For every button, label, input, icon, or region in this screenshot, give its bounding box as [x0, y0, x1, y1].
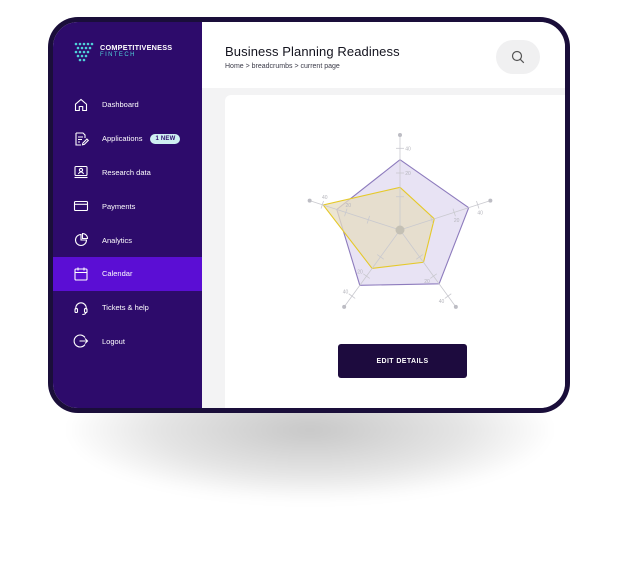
radar-tick-label: 20 [345, 203, 351, 209]
header: Business Planning Readiness Home > bread… [202, 22, 565, 88]
logout-icon [73, 333, 89, 349]
calendar-icon [73, 266, 89, 282]
breadcrumb[interactable]: Home > breadcrumbs > current page [225, 63, 340, 70]
radar-axis-endpoint [398, 133, 402, 137]
radar-tick-label: 40 [439, 299, 445, 305]
radar-tick [348, 293, 356, 299]
sidebar-item-label: Applications [102, 134, 143, 144]
logo-dots-icon [74, 42, 94, 62]
logo-title: COMPETITIVENESS [100, 42, 173, 52]
radar-tick-label: 40 [343, 289, 349, 295]
radar-tick [444, 293, 452, 299]
monitor-user-icon [73, 164, 89, 180]
radar-tick-label: 20 [405, 171, 411, 177]
edit-document-icon [73, 131, 89, 147]
radar-tick-label: 40 [322, 195, 328, 201]
sidebar-item-label: Dashboard [102, 100, 139, 110]
radar-tick-label: 40 [405, 146, 411, 152]
home-icon [73, 97, 89, 113]
credit-card-icon [73, 198, 89, 214]
main-content: Business Planning Readiness Home > bread… [202, 22, 565, 408]
sidebar-item-label: Research data [102, 167, 151, 177]
radar-axis-endpoint [488, 198, 493, 203]
sidebar-item-dashboard[interactable]: Dashboard [53, 88, 202, 122]
app-screen: COMPETITIVENESS FINTECH Dashboard Applic… [53, 22, 565, 408]
radar-axis-endpoint [307, 198, 312, 203]
radar-axis-endpoint [342, 304, 347, 309]
radar-card: 20 40 20 40 20 40 20 40 20 40 EDIT DETAILS [225, 95, 565, 408]
sidebar-item-label: Tickets & help [102, 303, 149, 313]
sidebar-item-tickets-help[interactable]: Tickets & help [53, 291, 202, 325]
logo-subtitle: FINTECH [100, 52, 136, 59]
radar-tick-label: 20 [357, 269, 363, 275]
sidebar-nav: Dashboard Applications 1 NEW Research da… [53, 88, 202, 358]
edit-details-button[interactable]: EDIT DETAILS [338, 344, 467, 378]
sidebar-item-logout[interactable]: Logout [53, 325, 202, 359]
sidebar-item-applications[interactable]: Applications 1 NEW [53, 122, 202, 156]
headset-icon [73, 300, 89, 316]
radar-center [395, 225, 405, 235]
radar-tick-label: 40 [477, 210, 483, 216]
pie-chart-icon [73, 232, 89, 248]
sidebar-item-label: Calendar [102, 269, 133, 279]
sidebar-item-research-data[interactable]: Research data [53, 156, 202, 190]
sidebar-item-label: Payments [102, 201, 136, 211]
search-button[interactable] [496, 40, 540, 74]
radar-tick-label: 20 [424, 279, 430, 285]
sidebar-item-analytics[interactable]: Analytics [53, 223, 202, 257]
logo: COMPETITIVENESS FINTECH [73, 40, 172, 62]
radar-chart: 20 40 20 40 20 40 20 40 20 40 [307, 133, 493, 309]
logo-text: COMPETITIVENESS FINTECH [100, 42, 173, 59]
sidebar-item-payments[interactable]: Payments [53, 189, 202, 223]
radar-axis-endpoint [453, 304, 458, 309]
tablet-frame: COMPETITIVENESS FINTECH Dashboard Applic… [48, 17, 570, 413]
page-title: Business Planning Readiness [225, 44, 400, 59]
sidebar-item-label: Analytics [102, 235, 133, 245]
radar-tick-label: 20 [454, 218, 460, 224]
search-icon [511, 50, 525, 64]
sidebar-item-label: Logout [102, 336, 125, 346]
new-badge: 1 NEW [150, 133, 181, 144]
sidebar: COMPETITIVENESS FINTECH Dashboard Applic… [53, 22, 202, 408]
sidebar-item-calendar[interactable]: Calendar [53, 256, 202, 291]
